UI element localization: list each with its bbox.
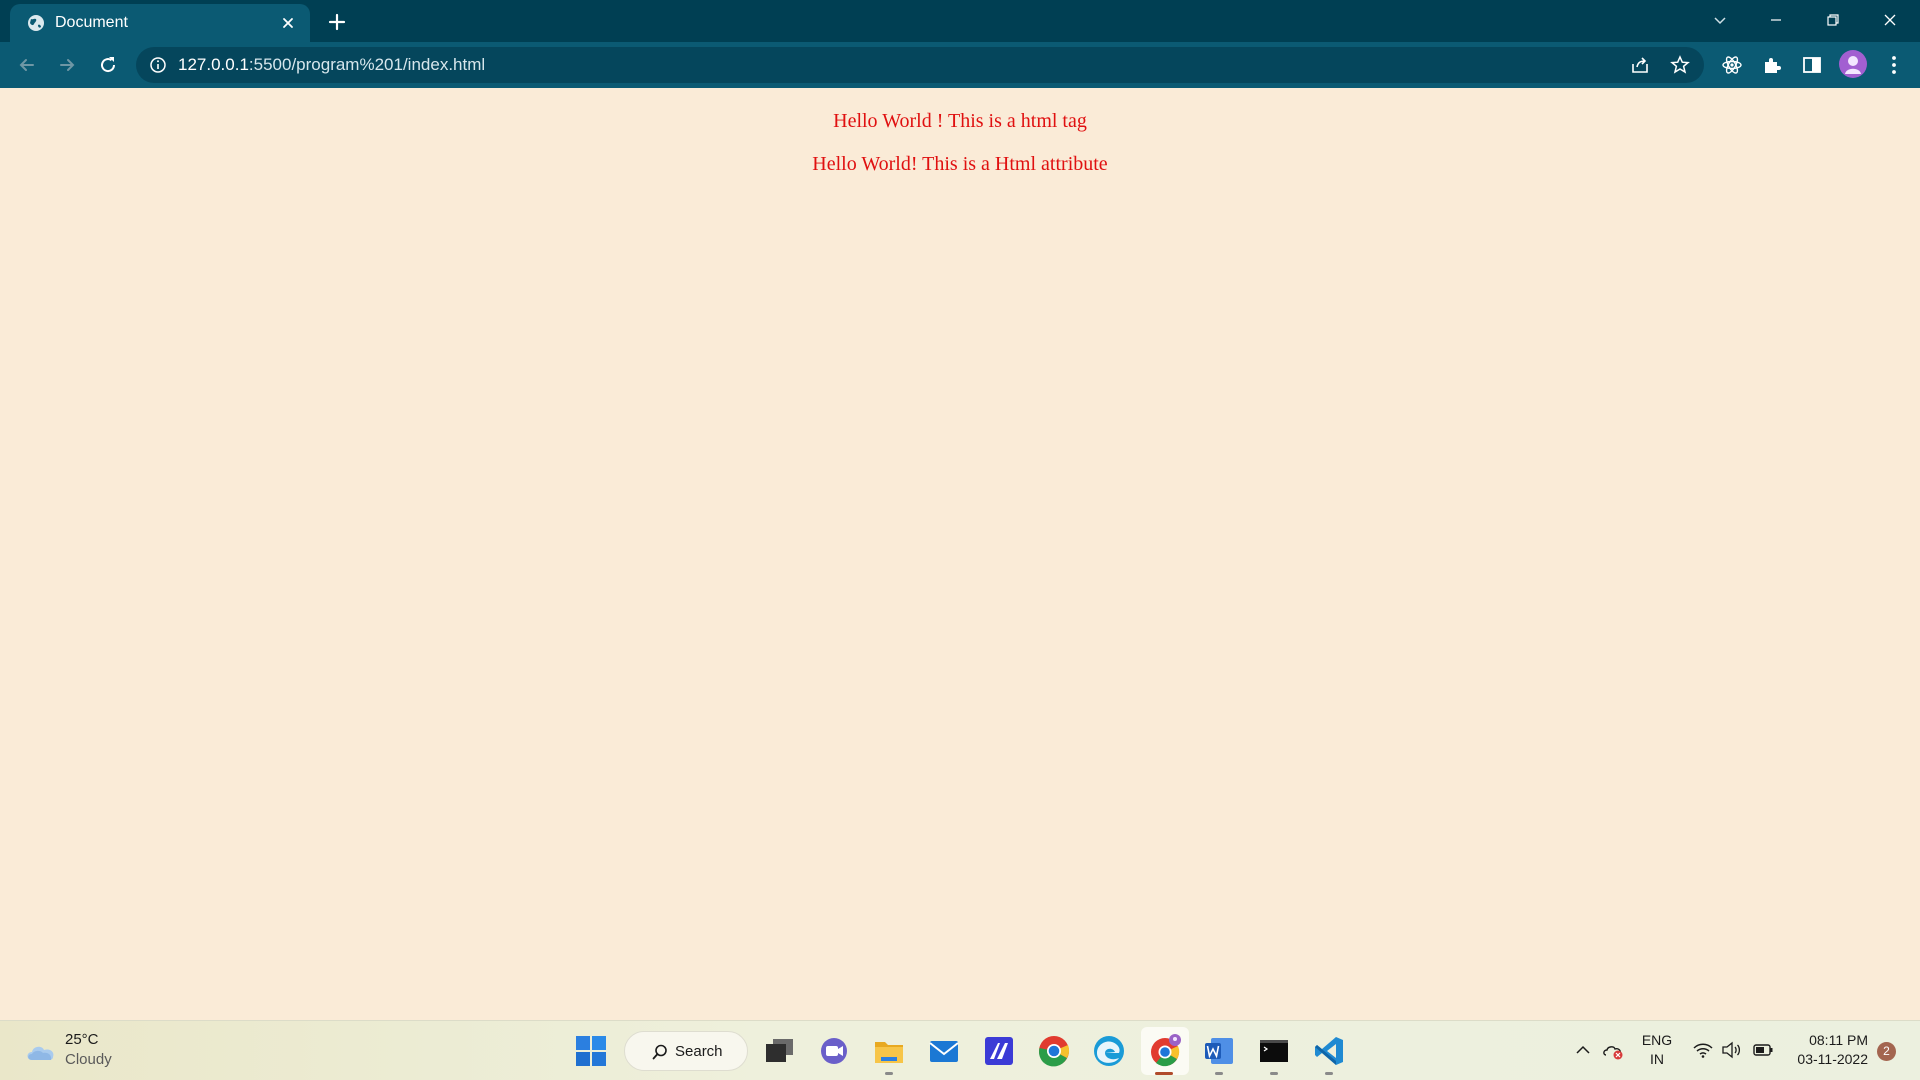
url-path: :5500/program%201/index.html	[248, 55, 486, 74]
reload-icon[interactable]	[94, 51, 122, 79]
url-host: 127.0.0.1	[178, 55, 249, 74]
task-view-button[interactable]	[761, 1033, 797, 1069]
html-tag-paragraph: Hello World ! This is a html tag	[833, 110, 1087, 132]
edge-icon	[1094, 1036, 1124, 1066]
minimize-button[interactable]	[1756, 6, 1796, 34]
mail-icon	[929, 1041, 959, 1062]
page-content: Hello World ! This is a html tag Hello W…	[0, 88, 1920, 1020]
browser-toolbar: 127.0.0.1:5500/program%201/index.html	[0, 42, 1920, 88]
restore-icon	[1827, 14, 1839, 26]
browser-titlebar: Document	[0, 0, 1920, 42]
search-icon	[652, 1044, 667, 1060]
volume-icon[interactable]	[1720, 1039, 1742, 1061]
terminal-icon	[1260, 1040, 1288, 1062]
word-button[interactable]	[1201, 1033, 1237, 1069]
star-bookmark-icon[interactable]	[1669, 54, 1691, 76]
restore-button[interactable]	[1813, 6, 1853, 34]
taskbar-search-button[interactable]: Search	[624, 1031, 748, 1071]
app-blue-icon	[985, 1037, 1013, 1065]
wifi-icon[interactable]	[1692, 1039, 1714, 1061]
terminal-button[interactable]	[1256, 1033, 1292, 1069]
forward-arrow-icon[interactable]	[53, 51, 81, 79]
new-tab-icon[interactable]	[325, 10, 349, 34]
chrome-button[interactable]	[1036, 1033, 1072, 1069]
close-tab-icon[interactable]	[278, 13, 298, 33]
globe-icon	[28, 15, 44, 31]
word-running-indicator	[1215, 1072, 1223, 1075]
weather-condition[interactable]: Cloudy	[65, 1051, 112, 1068]
menu-kebab-icon[interactable]	[1882, 53, 1906, 77]
chevron-up-icon[interactable]	[1572, 1039, 1594, 1061]
vscode-running-indicator	[1325, 1072, 1333, 1075]
cloud-icon[interactable]	[24, 1038, 58, 1064]
close-window-button[interactable]	[1870, 6, 1910, 34]
word-icon	[1205, 1038, 1233, 1064]
battery-icon[interactable]	[1752, 1039, 1774, 1061]
minimize-icon	[1771, 19, 1781, 21]
onedrive-error-icon[interactable]	[1602, 1039, 1624, 1061]
html-attribute-paragraph: Hello World! This is a Html attribute	[812, 153, 1108, 175]
chrome-icon	[1039, 1036, 1070, 1067]
clock-date: 03-11-2022	[1797, 1051, 1868, 1067]
profile-avatar[interactable]	[1839, 50, 1867, 78]
chrome-profile-running-indicator	[1155, 1072, 1173, 1075]
side-panel-icon[interactable]	[1800, 53, 1824, 77]
teams-chat-button[interactable]	[816, 1033, 852, 1069]
task-view-icon	[766, 1039, 793, 1062]
file-explorer-button[interactable]	[871, 1033, 907, 1069]
profile-avatar-icon	[1845, 56, 1861, 74]
site-info-icon[interactable]	[149, 56, 167, 74]
weather-temperature[interactable]: 25°C	[65, 1031, 99, 1048]
taskbar: 25°C Cloudy Search ENG IN 08:11 PM 03-11…	[0, 1020, 1920, 1080]
close-icon	[1884, 14, 1896, 26]
folder-icon	[875, 1042, 903, 1063]
tab-document[interactable]: Document	[10, 4, 310, 42]
notification-badge[interactable]: 2	[1877, 1042, 1896, 1061]
language-region: IN	[1650, 1051, 1664, 1067]
back-arrow-icon[interactable]	[13, 51, 41, 79]
teams-chat-icon	[821, 1038, 847, 1064]
mail-button[interactable]	[926, 1033, 962, 1069]
chrome-profile-button[interactable]	[1147, 1033, 1183, 1069]
language-indicator[interactable]: ENG IN	[1640, 1031, 1674, 1069]
windows-logo-icon	[576, 1036, 606, 1066]
taskbar-clock[interactable]: 08:11 PM 03-11-2022	[1790, 1031, 1868, 1069]
url-text[interactable]: 127.0.0.1:5500/program%201/index.html	[178, 55, 485, 75]
search-label: Search	[675, 1043, 723, 1060]
terminal-running-indicator	[1270, 1072, 1278, 1075]
tab-search-button[interactable]	[1700, 6, 1740, 34]
edge-button[interactable]	[1091, 1033, 1127, 1069]
file-explorer-running-indicator	[885, 1072, 893, 1075]
start-button[interactable]	[573, 1033, 609, 1069]
extensions-puzzle-icon[interactable]	[1760, 53, 1784, 77]
vscode-button[interactable]	[1311, 1033, 1347, 1069]
tab-title: Document	[55, 14, 128, 31]
address-bar[interactable]: 127.0.0.1:5500/program%201/index.html	[136, 47, 1704, 83]
clock-time: 08:11 PM	[1809, 1032, 1868, 1048]
share-icon[interactable]	[1629, 54, 1651, 76]
app-button-blue[interactable]	[981, 1033, 1017, 1069]
chrome-profile-icon	[1151, 1034, 1181, 1067]
chevron-down-icon	[1714, 17, 1726, 25]
react-devtools-icon[interactable]	[1720, 53, 1744, 77]
vscode-icon	[1315, 1037, 1343, 1065]
language-code: ENG	[1641, 1032, 1673, 1048]
